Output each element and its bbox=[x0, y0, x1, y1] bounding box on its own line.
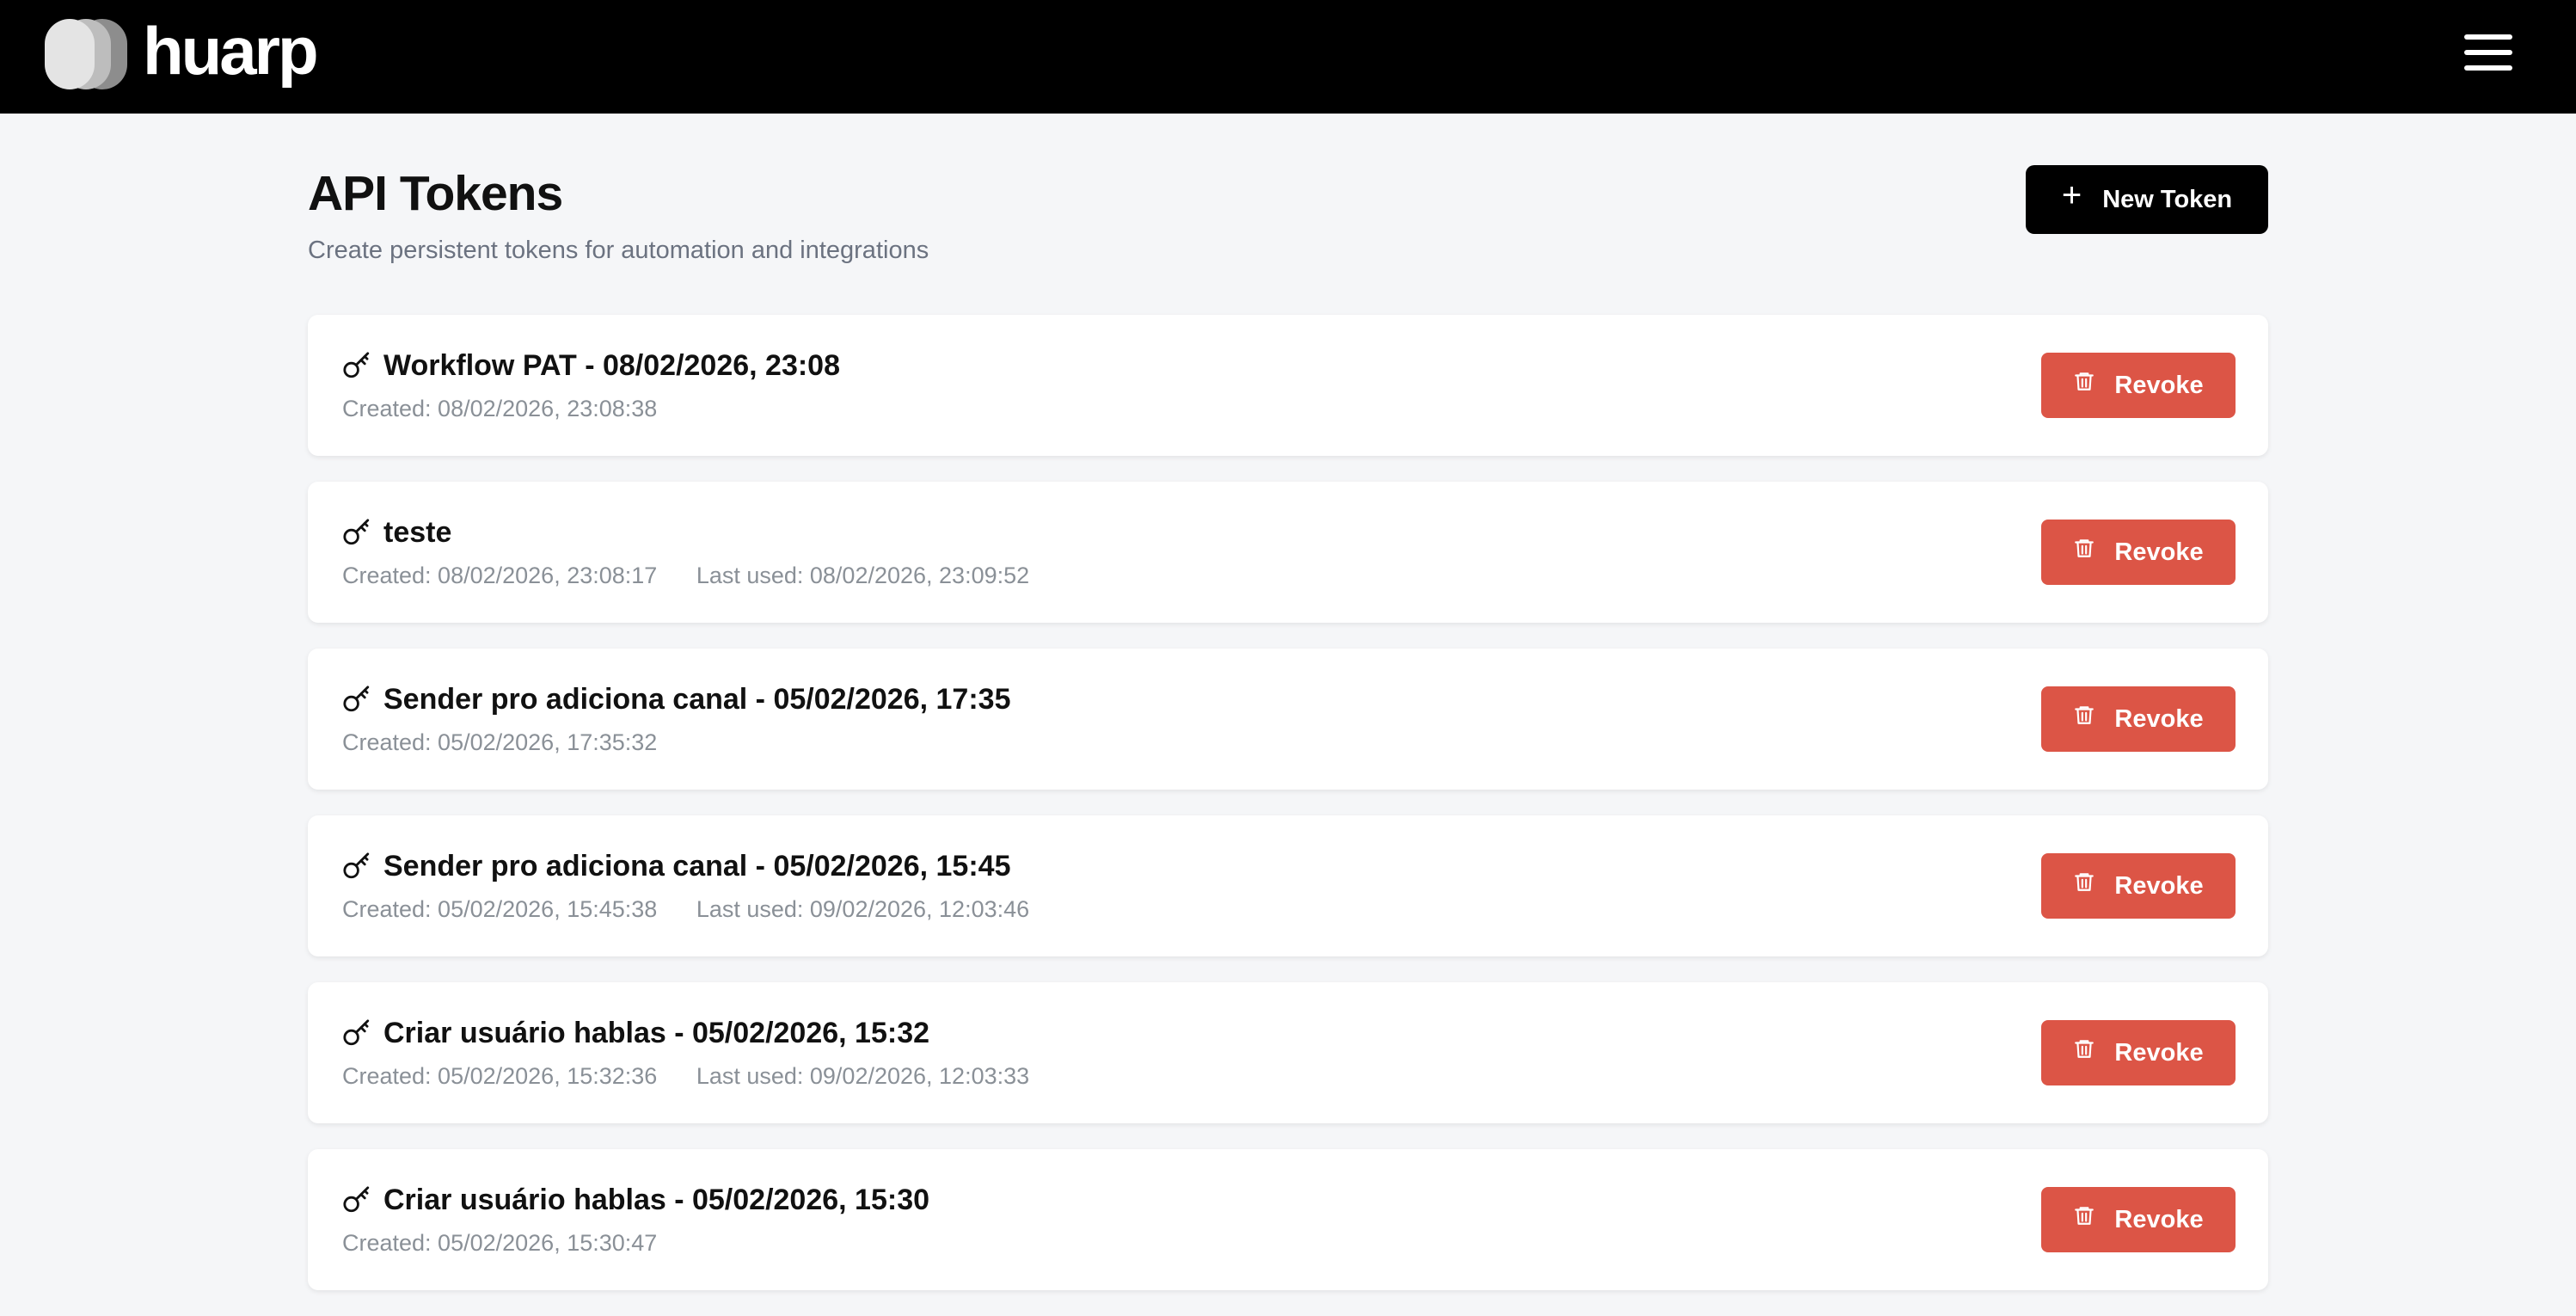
token-last-used: Last used: 08/02/2026, 23:09:52 bbox=[696, 563, 1030, 588]
revoke-label: Revoke bbox=[2114, 371, 2204, 399]
page-subtitle: Create persistent tokens for automation … bbox=[308, 237, 929, 264]
token-name: Workflow PAT - 08/02/2026, 23:08 bbox=[383, 349, 841, 382]
token-meta: Created: 05/02/2026, 17:35:32 bbox=[342, 728, 657, 757]
key-icon bbox=[343, 519, 370, 545]
token-created: Created: 05/02/2026, 15:45:38 bbox=[342, 896, 658, 922]
token-card: teste Created: 08/02/2026, 23:08:17 Last… bbox=[308, 482, 2268, 623]
token-name: Criar usuário hablas - 05/02/2026, 15:30 bbox=[383, 1184, 930, 1216]
logo-mark-icon bbox=[45, 19, 127, 89]
trash-icon bbox=[2075, 539, 2095, 557]
token-card: Sender pro adiciona canal - 05/02/2026, … bbox=[308, 649, 2268, 790]
token-name: Criar usuário hablas - 05/02/2026, 15:32 bbox=[383, 1017, 930, 1049]
trash-icon bbox=[2075, 1040, 2095, 1058]
logo-text: huarp bbox=[143, 13, 319, 89]
trash-icon bbox=[2075, 372, 2095, 390]
token-created: Created: 08/02/2026, 23:08:38 bbox=[342, 396, 658, 421]
token-meta: Created: 08/02/2026, 23:08:17 Last used:… bbox=[342, 561, 1029, 590]
token-card: Criar usuário hablas - 05/02/2026, 15:30… bbox=[308, 1149, 2268, 1290]
token-created: Created: 05/02/2026, 17:35:32 bbox=[342, 729, 658, 755]
token-created: Created: 08/02/2026, 23:08:17 bbox=[342, 563, 658, 588]
token-card: Criar usuário hablas - 05/02/2026, 15:32… bbox=[308, 982, 2268, 1123]
revoke-label: Revoke bbox=[2114, 1038, 2204, 1067]
token-created: Created: 05/02/2026, 15:30:47 bbox=[342, 1230, 658, 1256]
token-list: Workflow PAT - 08/02/2026, 23:08 Created… bbox=[308, 315, 2268, 1316]
revoke-label: Revoke bbox=[2114, 538, 2204, 566]
key-icon bbox=[343, 352, 370, 378]
new-token-button[interactable]: + New Token bbox=[2026, 165, 2268, 234]
token-created: Created: 05/02/2026, 15:32:36 bbox=[342, 1063, 658, 1089]
hamburger-menu-icon[interactable] bbox=[2464, 34, 2512, 71]
revoke-button[interactable]: Revoke bbox=[2041, 686, 2236, 752]
revoke-button[interactable]: Revoke bbox=[2041, 1020, 2236, 1085]
brand-logo[interactable]: huarp bbox=[45, 13, 319, 91]
revoke-button[interactable]: Revoke bbox=[2041, 520, 2236, 585]
revoke-label: Revoke bbox=[2114, 704, 2204, 733]
token-card: Sender pro adiciona canal - 05/02/2026, … bbox=[308, 815, 2268, 956]
trash-icon bbox=[2075, 706, 2095, 724]
revoke-button[interactable]: Revoke bbox=[2041, 853, 2236, 919]
token-meta: Created: 05/02/2026, 15:45:38 Last used:… bbox=[342, 895, 1029, 924]
top-navigation-bar: huarp bbox=[0, 0, 2576, 114]
revoke-button[interactable]: Revoke bbox=[2041, 1187, 2236, 1252]
token-name: Sender pro adiciona canal - 05/02/2026, … bbox=[383, 850, 1011, 882]
token-name: teste bbox=[383, 516, 452, 549]
key-icon bbox=[343, 1019, 370, 1046]
revoke-label: Revoke bbox=[2114, 871, 2204, 900]
trash-icon bbox=[2075, 873, 2095, 891]
token-name: Sender pro adiciona canal - 05/02/2026, … bbox=[383, 683, 1011, 716]
token-last-used: Last used: 09/02/2026, 12:03:46 bbox=[696, 896, 1030, 922]
revoke-button[interactable]: Revoke bbox=[2041, 353, 2236, 418]
trash-icon bbox=[2075, 1207, 2095, 1225]
new-token-label: New Token bbox=[2102, 185, 2233, 213]
key-icon bbox=[343, 1186, 370, 1213]
revoke-label: Revoke bbox=[2114, 1205, 2204, 1233]
page-title: API Tokens bbox=[308, 166, 563, 221]
token-card: Workflow PAT - 08/02/2026, 23:08 Created… bbox=[308, 315, 2268, 456]
key-icon bbox=[343, 686, 370, 712]
plus-icon: + bbox=[2061, 176, 2082, 214]
token-meta: Created: 08/02/2026, 23:08:38 bbox=[342, 394, 657, 423]
key-icon bbox=[343, 852, 370, 879]
token-meta: Created: 05/02/2026, 15:30:47 bbox=[342, 1228, 657, 1258]
token-last-used: Last used: 09/02/2026, 12:03:33 bbox=[696, 1063, 1030, 1089]
token-meta: Created: 05/02/2026, 15:32:36 Last used:… bbox=[342, 1061, 1029, 1091]
